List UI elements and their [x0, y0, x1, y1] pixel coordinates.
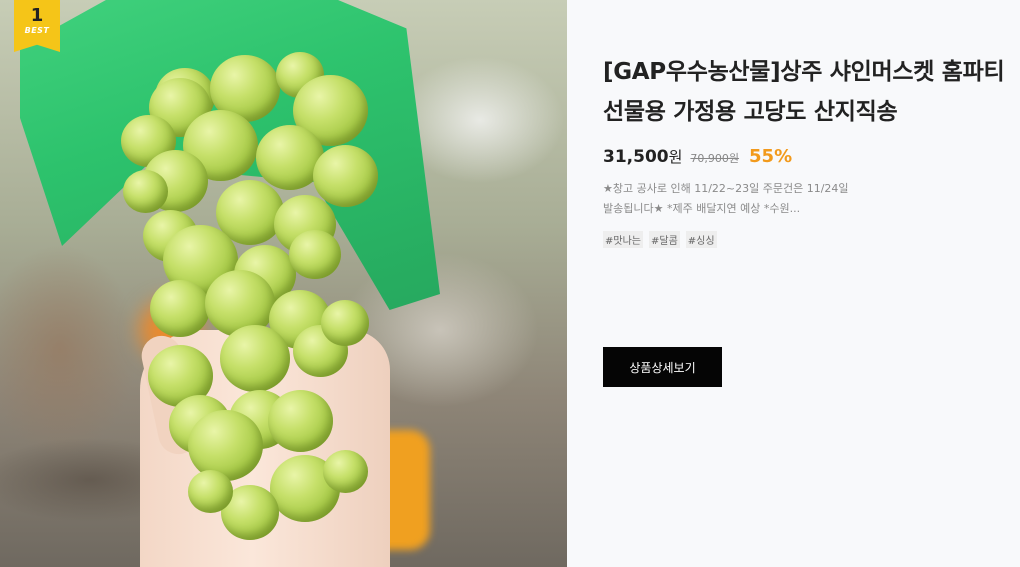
grape-shape	[312, 145, 378, 207]
tag[interactable]: #맛나는	[603, 231, 643, 248]
rank-number: 1	[30, 5, 44, 26]
product-title[interactable]: [GAP우수농산물]상주 샤인머스켓 홈파티 선물용 가정용 고당도 산지직송	[603, 52, 1013, 132]
best-rank-badge: 1 BEST	[14, 0, 60, 52]
grape-shape	[122, 170, 168, 213]
tag[interactable]: #달콤	[648, 231, 680, 248]
tag-list: #맛나는 #달콤 #싱싱	[603, 231, 1013, 248]
grape-shape	[322, 450, 368, 493]
product-card: 1 BEST [GAP우수농산물]상주 샤인머스켓 홈파티 선물용 가정용 고당…	[0, 0, 1020, 567]
grape-shape	[187, 470, 233, 513]
grape-shape	[289, 230, 341, 280]
grape-shape	[150, 280, 210, 337]
discount-rate: 55%	[749, 146, 793, 167]
product-image[interactable]	[0, 0, 567, 567]
grape-shape	[220, 325, 290, 392]
grape-shape	[187, 410, 263, 482]
currency-unit: 원	[668, 148, 683, 166]
product-info: [GAP우수농산물]상주 샤인머스켓 홈파티 선물용 가정용 고당도 산지직송 …	[603, 52, 1013, 248]
product-detail-button[interactable]: 상품상세보기	[603, 347, 722, 387]
grape-shape	[321, 300, 369, 346]
tag[interactable]: #싱싱	[685, 231, 717, 248]
sale-price: 31,500	[603, 147, 669, 167]
best-label: BEST	[24, 26, 50, 35]
price-row: 31,500 원 70,900원 55%	[603, 146, 1013, 167]
original-price: 70,900원	[690, 152, 740, 165]
grape-shape	[267, 390, 333, 452]
product-description: ★창고 공사로 인해 11/22~23일 주문건은 11/24일 발송됩니다★ …	[603, 182, 849, 215]
